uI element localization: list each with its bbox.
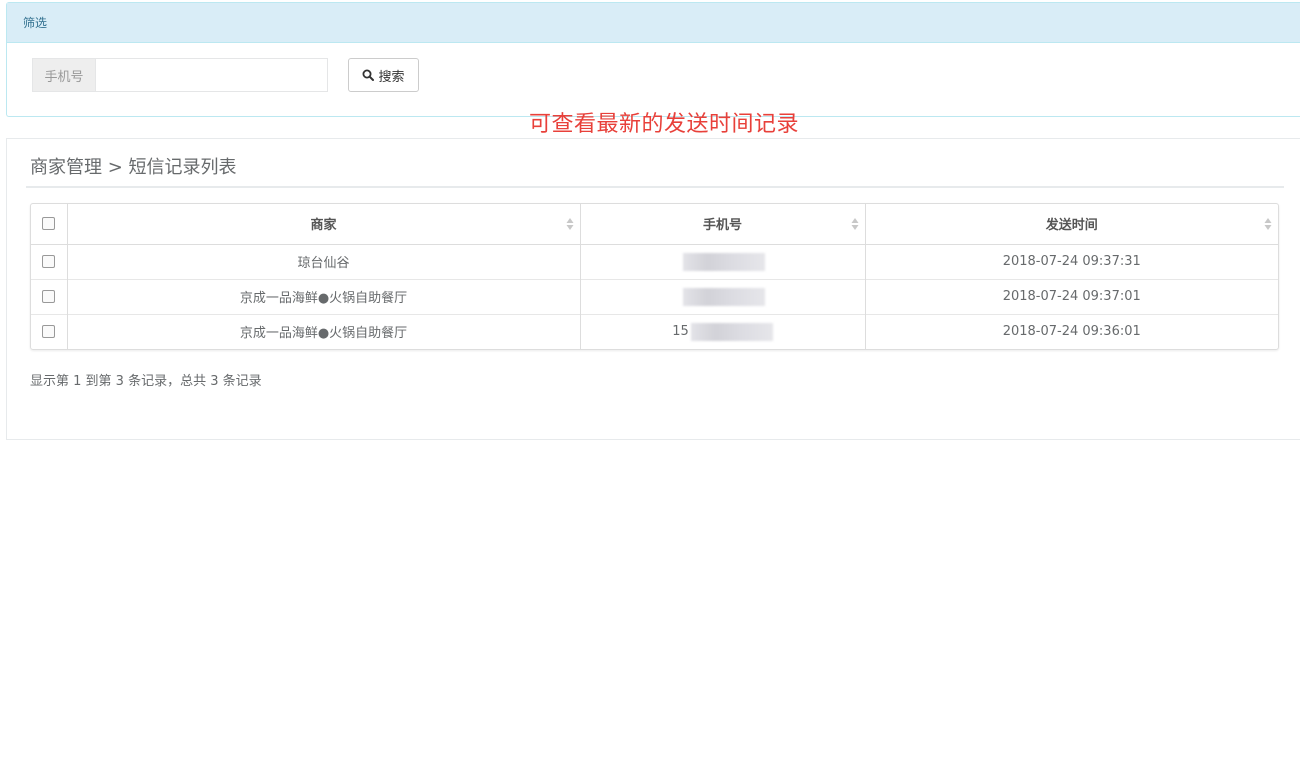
breadcrumb: 商家管理 > 短信记录列表: [30, 157, 237, 178]
phone-cell: 15: [579, 313, 865, 349]
phone-cell: [579, 244, 865, 279]
phone-label: 手机号: [32, 58, 95, 92]
send-time-cell: 2018-07-24 09:37:01: [864, 278, 1278, 314]
column-header-label: 手机号: [702, 218, 742, 234]
sort-icon: [566, 218, 573, 230]
row-select-cell: [31, 313, 67, 349]
row-select-cell: [31, 244, 67, 279]
merchant-cell: 京成一品海鲜●火锅自助餐厅: [66, 278, 580, 314]
search-button-label: 搜索: [378, 69, 405, 85]
row-checkbox[interactable]: [42, 290, 56, 303]
pagination-info: 显示第 1 到第 3 条记录，总共 3 条记录: [30, 374, 262, 389]
column-header-send-time[interactable]: 发送时间: [864, 204, 1278, 245]
column-header-label: 发送时间: [1045, 218, 1098, 234]
column-header-label: 商家: [310, 218, 337, 234]
search-icon: [362, 69, 375, 81]
send-time-cell: 2018-07-24 09:37:31: [864, 244, 1278, 279]
select-all-checkbox[interactable]: [42, 217, 56, 231]
divider: [26, 186, 1284, 188]
column-header-phone[interactable]: 手机号: [579, 204, 865, 245]
search-button[interactable]: 搜索: [348, 58, 419, 92]
sort-icon: [851, 218, 858, 230]
sort-icon: [1264, 218, 1272, 230]
phone-input-group: 手机号: [32, 58, 328, 92]
select-all-header: [31, 204, 67, 245]
table-row: 京成一品海鲜●火锅自助餐厅 2018-07-24 09:37:01: [31, 278, 1278, 314]
send-time-cell: 2018-07-24 09:36:01: [864, 313, 1278, 349]
phone-cell: [579, 278, 865, 314]
column-header-merchant[interactable]: 商家: [66, 204, 580, 245]
table-row: 京成一品海鲜●火锅自助餐厅 15 2018-07-24 09:36:01: [31, 313, 1278, 349]
masked-phone-number: [682, 287, 765, 306]
filter-panel: 筛选 手机号 搜索: [6, 2, 1300, 117]
masked-phone-number: [682, 252, 765, 271]
table-row: 琼台仙谷 2018-07-24 09:37:31: [31, 244, 1278, 279]
merchant-cell: 京成一品海鲜●火锅自助餐厅: [66, 313, 580, 349]
table-header-row: 商家 手机号 发送时间: [31, 204, 1278, 245]
filter-heading: 筛选: [7, 3, 1300, 43]
row-select-cell: [31, 278, 67, 314]
list-panel: 商家管理 > 短信记录列表 商家 手机号 发送时间 琼台仙谷 2018-07-2…: [6, 138, 1300, 440]
row-checkbox[interactable]: [42, 325, 56, 339]
sms-record-table: 商家 手机号 发送时间 琼台仙谷 2018-07-24 09:37:31 京成一…: [30, 203, 1279, 350]
phone-input[interactable]: [95, 58, 328, 92]
phone-prefix: 15: [672, 324, 689, 340]
masked-phone-number: [690, 322, 773, 341]
annotation-text: 可查看最新的发送时间记录: [529, 112, 800, 137]
row-checkbox[interactable]: [42, 255, 56, 268]
merchant-cell: 琼台仙谷: [66, 244, 580, 279]
